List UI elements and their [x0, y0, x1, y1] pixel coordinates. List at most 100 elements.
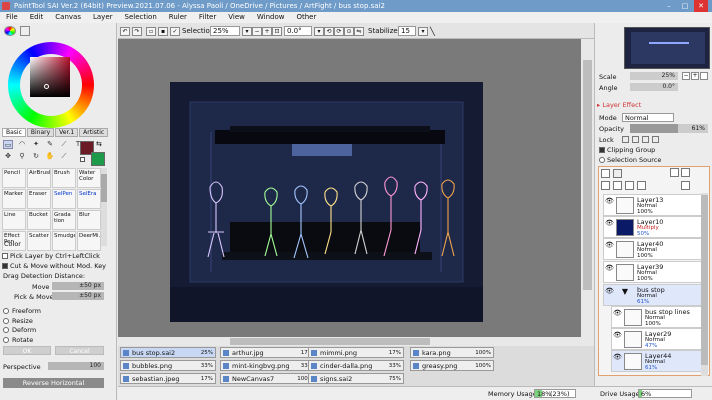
close-icon[interactable]: ✕ — [694, 0, 708, 12]
menu-view[interactable]: View — [222, 12, 251, 23]
menu-ruler[interactable]: Ruler — [163, 12, 193, 23]
visibility-eye-icon[interactable]: 👁 — [613, 353, 623, 363]
merge-down-icon[interactable] — [613, 181, 622, 190]
show-selection-checkbox[interactable]: ✓ — [170, 27, 180, 36]
file-tab[interactable]: sebastian.jpeg 17% — [120, 373, 216, 384]
ok-button[interactable]: OK — [3, 346, 51, 355]
clipping-group-option[interactable]: Clipping Group — [599, 146, 655, 154]
straight-line-icon[interactable]: ╲ — [430, 27, 435, 36]
perspective-field[interactable]: 100 — [48, 362, 104, 370]
angle-dropdown-icon[interactable]: ▾ — [314, 27, 324, 36]
rotate-icon[interactable]: ↻ — [31, 152, 41, 161]
zoom-out-icon[interactable]: − — [252, 27, 262, 36]
cancel-button[interactable]: Cancel — [55, 346, 104, 355]
lock-all-icon[interactable] — [652, 136, 659, 143]
delete-layer-icon[interactable] — [637, 181, 646, 190]
visibility-eye-icon[interactable]: 👁 — [605, 219, 615, 229]
zoom-dropdown-icon[interactable]: ▾ — [242, 27, 252, 36]
stabilizer-field[interactable]: 15 — [398, 26, 416, 36]
deform-radio[interactable] — [3, 327, 9, 333]
eyedropper-icon[interactable]: ⟋ — [59, 140, 69, 149]
zoom-icon[interactable]: ⚲ — [17, 152, 27, 161]
file-tab[interactable]: mimmi.png 17% — [308, 347, 404, 358]
move-distance-field[interactable]: ±50 px — [52, 282, 104, 290]
brush-slot[interactable]: Marker — [2, 189, 26, 209]
rotate-ccw-icon[interactable]: ⟲ — [324, 27, 334, 36]
file-tab[interactable]: NewCanvas7 100% — [220, 373, 316, 384]
menu-filter[interactable]: Filter — [193, 12, 222, 23]
brush-slot[interactable]: AirBrush — [27, 168, 51, 188]
brush-slot[interactable]: Grada tion — [52, 210, 76, 230]
scale-field[interactable]: 25% — [630, 72, 678, 80]
layer-row[interactable]: 👁 Layer44 Normal 61% — [611, 350, 708, 372]
clipping-group-checkbox[interactable] — [599, 147, 605, 153]
transform-resize[interactable]: Resize — [3, 317, 33, 325]
brush-grid-scrollbar[interactable] — [101, 168, 107, 246]
canvas-artwork[interactable] — [170, 82, 483, 322]
freeform-radio[interactable] — [3, 308, 9, 314]
selection-source-option[interactable]: Selection Source — [599, 156, 661, 164]
pick-move-distance-field[interactable]: ±50 px — [52, 292, 104, 300]
vertical-scroll-thumb[interactable] — [583, 60, 592, 290]
hand-icon[interactable]: ✋ — [45, 152, 55, 161]
brush-slot[interactable]: Brush — [52, 168, 76, 188]
file-tab[interactable]: greasy.png 100% — [410, 360, 494, 371]
minimize-icon[interactable]: – — [662, 0, 676, 12]
brush-slot[interactable]: Smudge — [52, 231, 76, 251]
resize-radio[interactable] — [3, 318, 9, 324]
visibility-eye-icon[interactable]: 👁 — [613, 309, 623, 319]
zoom-reset-icon[interactable]: ⊡ — [272, 27, 282, 36]
visibility-eye-icon[interactable]: 👁 — [605, 287, 615, 297]
zoom-in-icon[interactable]: + — [262, 27, 272, 36]
brush-slot[interactable]: DeerMi... — [77, 231, 101, 251]
menu-file[interactable]: File — [0, 12, 24, 23]
brush-slot[interactable]: SelEra — [77, 189, 101, 209]
rotate-radio[interactable] — [3, 337, 9, 343]
brush-slot[interactable]: Water Color — [77, 168, 101, 188]
lasso-icon[interactable]: ◠ — [17, 140, 27, 149]
pen-icon[interactable]: ✎ — [45, 140, 55, 149]
brush-slot[interactable]: Line — [2, 210, 26, 230]
menu-canvas[interactable]: Canvas — [49, 12, 87, 23]
layer-row[interactable]: 👁 Layer40 Normal 100% — [603, 238, 708, 260]
lock-transparency-icon[interactable] — [622, 136, 629, 143]
eyedropper-tool-icon[interactable]: ⟋ — [59, 152, 69, 161]
clear-layer-icon[interactable] — [625, 181, 634, 190]
rotate-reset-icon[interactable]: ⊙ — [344, 27, 354, 36]
pick-layer-checkbox[interactable] — [2, 253, 8, 259]
transfer-down-icon[interactable] — [601, 181, 610, 190]
menu-selection[interactable]: Selection — [119, 12, 163, 23]
transform-rotate[interactable]: Rotate — [3, 336, 33, 344]
move-icon[interactable]: ✥ — [3, 152, 13, 161]
menu-edit[interactable]: Edit — [24, 12, 50, 23]
reverse-horizontal-button[interactable]: Reverse Horizontal — [3, 378, 104, 388]
menu-other[interactable]: Other — [290, 12, 322, 23]
undo-icon[interactable]: ↶ — [120, 27, 130, 36]
lock-paint-icon[interactable] — [632, 136, 639, 143]
transform-deform[interactable]: Deform — [3, 326, 36, 334]
visibility-eye-icon[interactable]: 👁 — [613, 331, 623, 341]
layer-row[interactable]: 👁 bus stop lines Normal 100% — [611, 306, 708, 328]
angle-field[interactable]: 0.0° — [284, 26, 312, 36]
pick-layer-option[interactable]: Pick Layer by Ctrl+LeftClick — [2, 252, 100, 260]
color-slider-toggle-icon[interactable] — [20, 26, 30, 36]
layer-list-scrollbar[interactable] — [701, 193, 708, 376]
secondary-color-swatch[interactable] — [91, 152, 105, 166]
file-tab[interactable]: bubbles.png 33% — [120, 360, 216, 371]
layer-row[interactable]: 👁 Layer10 Multiply 50% — [603, 216, 708, 238]
maximize-icon[interactable]: □ — [678, 0, 692, 12]
new-folder-icon[interactable] — [613, 169, 622, 178]
opacity-slider[interactable]: 61% — [630, 124, 708, 133]
lock-move-icon[interactable] — [642, 136, 649, 143]
rect-select-icon[interactable]: ▭ — [3, 140, 13, 149]
deselect-icon[interactable]: ▫ — [146, 27, 156, 36]
magic-wand-icon[interactable]: ✦ — [31, 140, 41, 149]
brush-slot[interactable]: Bucket — [27, 210, 51, 230]
color-wheel-toggle-icon[interactable] — [4, 26, 16, 36]
folder-expand-icon[interactable]: ▼ — [616, 287, 634, 304]
layer-row[interactable]: 👁 Layer13 Normal 100% — [603, 194, 708, 216]
blend-mode-dropdown[interactable]: Normal — [622, 113, 674, 122]
layer-mask-icon[interactable] — [681, 168, 690, 177]
brush-slot[interactable]: Pencil — [2, 168, 26, 188]
file-tab[interactable]: mint-kingbvg.png 33% — [220, 360, 316, 371]
